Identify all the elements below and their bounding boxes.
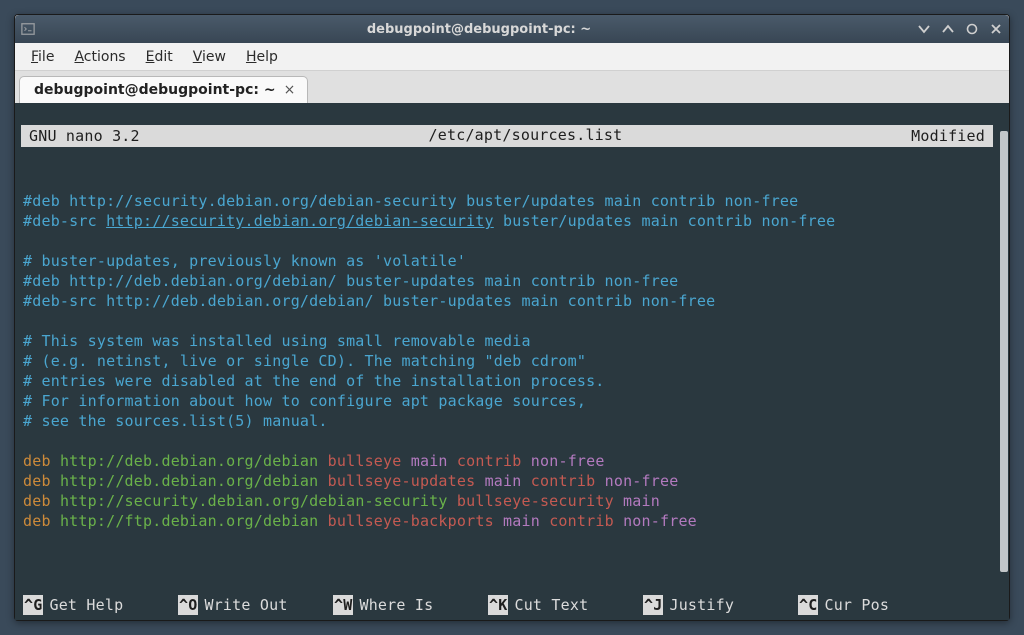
- nano-help-bar: ^GGet Help ^OWrite Out ^WWhere Is ^KCut Tex…: [21, 575, 993, 620]
- line: deb http://ftp.debian.org/debian bullsey…: [23, 512, 697, 530]
- nano-header: GNU nano 3.2/etc/apt/sources.listModifie…: [21, 125, 993, 147]
- close-button[interactable]: [989, 22, 1003, 36]
- tab-label: debugpoint@debugpoint-pc: ~: [34, 82, 276, 98]
- shortcut-cur-pos: ^CCur Pos: [798, 595, 943, 615]
- editor-buffer[interactable]: #deb http://security.debian.org/debian-s…: [21, 167, 993, 555]
- menu-help[interactable]: Help: [238, 47, 286, 67]
- line: #deb-src http://deb.debian.org/debian/ b…: [23, 292, 715, 310]
- menubar: File Actions Edit View Help: [15, 43, 1009, 71]
- titlebar: debugpoint@debugpoint-pc: ~: [15, 15, 1009, 43]
- terminal-body: GNU nano 3.2/etc/apt/sources.listModifie…: [15, 103, 1009, 620]
- shortcut-where-is: ^WWhere Is: [333, 595, 478, 615]
- scrollbar-thumb[interactable]: [1000, 131, 1008, 572]
- nano-app-name: GNU nano 3.2: [27, 125, 142, 147]
- line: # see the sources.list(5) manual.: [23, 412, 328, 430]
- line: # entries were disabled at the end of th…: [23, 372, 605, 390]
- nano-file-path: /etc/apt/sources.list: [142, 125, 909, 147]
- line: #deb-src http://security.debian.org/debi…: [23, 212, 835, 230]
- shade-button[interactable]: [941, 22, 955, 36]
- window-controls: [917, 22, 1003, 36]
- line: #deb http://security.debian.org/debian-s…: [23, 192, 798, 210]
- menu-file[interactable]: File: [23, 47, 62, 67]
- line: # buster-updates, previously known as 'v…: [23, 252, 466, 270]
- shortcut-write-out: ^OWrite Out: [178, 595, 323, 615]
- maximize-button[interactable]: [965, 22, 979, 36]
- shortcut-get-help: ^GGet Help: [23, 595, 168, 615]
- line: [23, 312, 32, 330]
- app-icon: [21, 22, 35, 36]
- nano-modified-flag: Modified: [909, 125, 987, 147]
- line: [23, 432, 32, 450]
- line: [23, 532, 32, 550]
- line: #deb http://deb.debian.org/debian/ buste…: [23, 272, 678, 290]
- shortcut-cut-text: ^KCut Text: [488, 595, 633, 615]
- line: deb http://deb.debian.org/debian bullsey…: [23, 472, 678, 490]
- terminal-content[interactable]: GNU nano 3.2/etc/apt/sources.listModifie…: [15, 103, 999, 620]
- line: # For information about how to configure…: [23, 392, 586, 410]
- line: deb http://deb.debian.org/debian bullsey…: [23, 452, 605, 470]
- minimize-button[interactable]: [917, 22, 931, 36]
- tab-terminal[interactable]: debugpoint@debugpoint-pc: ~ ×: [19, 76, 308, 103]
- help-row: ^GGet Help ^OWrite Out ^WWhere Is ^KCut Tex…: [23, 595, 991, 615]
- line: # (e.g. netinst, live or single CD). The…: [23, 352, 586, 370]
- line: # This system was installed using small …: [23, 332, 531, 350]
- terminal-window: debugpoint@debugpoint-pc: ~ File Actions…: [14, 14, 1010, 621]
- tabbar: debugpoint@debugpoint-pc: ~ ×: [15, 71, 1009, 103]
- menu-view[interactable]: View: [185, 47, 234, 67]
- shortcut-justify: ^JJustify: [643, 595, 788, 615]
- menu-actions[interactable]: Actions: [66, 47, 133, 67]
- scrollbar[interactable]: [999, 103, 1009, 620]
- line: deb http://security.debian.org/debian-se…: [23, 492, 660, 510]
- line: [23, 232, 32, 250]
- window-title: debugpoint@debugpoint-pc: ~: [41, 22, 917, 37]
- tab-close-icon[interactable]: ×: [284, 82, 296, 98]
- menu-edit[interactable]: Edit: [138, 47, 181, 67]
